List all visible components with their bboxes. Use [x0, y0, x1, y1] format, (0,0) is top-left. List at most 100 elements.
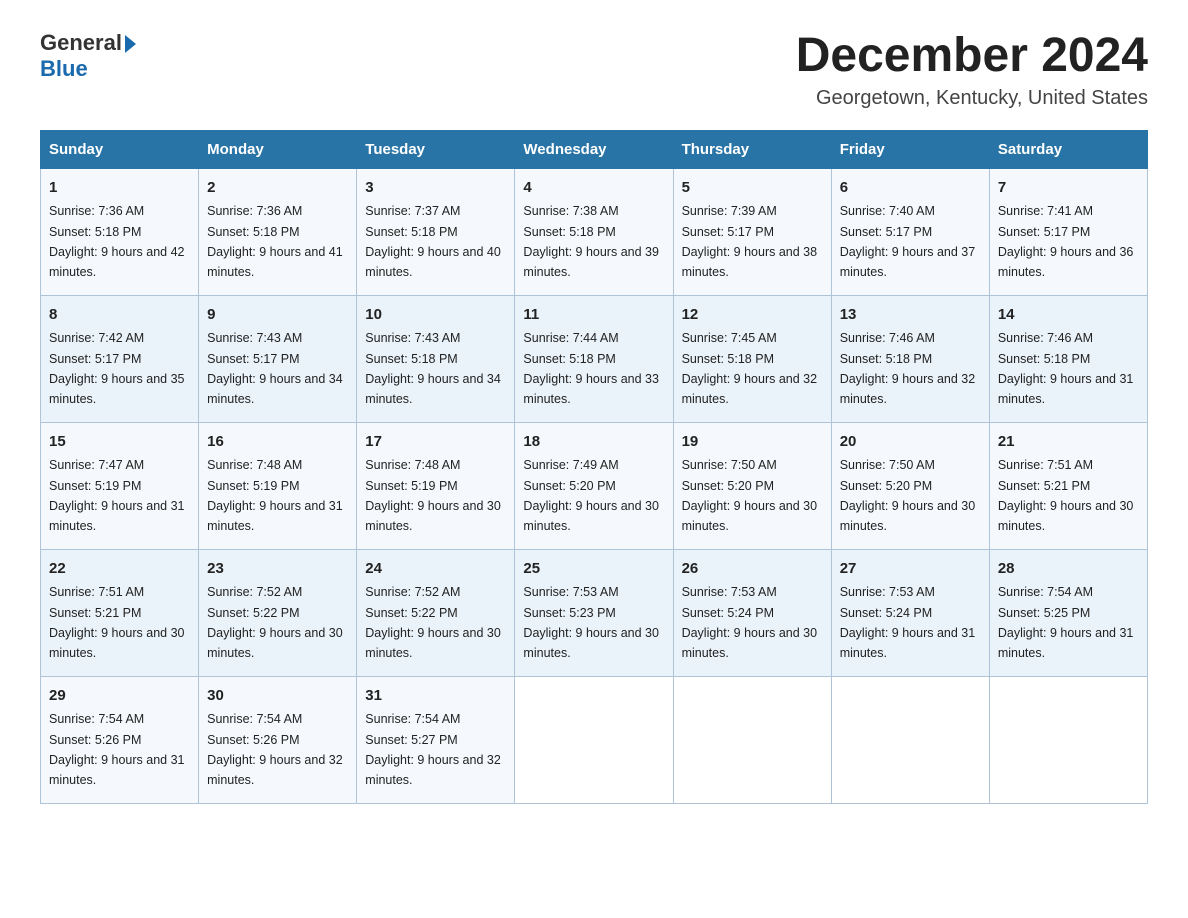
day-info: Sunrise: 7:37 AMSunset: 5:18 PMDaylight:… [365, 204, 501, 279]
calendar-cell: 7Sunrise: 7:41 AMSunset: 5:17 PMDaylight… [989, 168, 1147, 295]
calendar-cell: 26 Sunrise: 7:53 AMSunset: 5:24 PMDayligh… [673, 549, 831, 676]
day-info: Sunrise: 7:53 AMSunset: 5:24 PMDaylight:… [682, 585, 818, 660]
col-header-sunday: Sunday [41, 130, 199, 168]
day-number: 17 [365, 431, 506, 454]
day-number: 11 [523, 304, 664, 327]
calendar-cell: 1Sunrise: 7:36 AMSunset: 5:18 PMDaylight… [41, 168, 199, 295]
day-number: 15 [49, 431, 190, 454]
day-info: Sunrise: 7:46 AMSunset: 5:18 PMDaylight:… [998, 331, 1134, 406]
calendar-cell: 18Sunrise: 7:49 AMSunset: 5:20 PMDayligh… [515, 422, 673, 549]
location-title: Georgetown, Kentucky, United States [796, 87, 1148, 110]
col-header-tuesday: Tuesday [357, 130, 515, 168]
day-number: 21 [998, 431, 1139, 454]
calendar-cell: 25Sunrise: 7:53 AMSunset: 5:23 PMDayligh… [515, 549, 673, 676]
day-info: Sunrise: 7:36 AMSunset: 5:18 PMDaylight:… [207, 204, 343, 279]
col-header-saturday: Saturday [989, 130, 1147, 168]
day-info: Sunrise: 7:44 AMSunset: 5:18 PMDaylight:… [523, 331, 659, 406]
day-number: 10 [365, 304, 506, 327]
day-info: Sunrise: 7:53 AMSunset: 5:24 PMDaylight:… [840, 585, 976, 660]
day-number: 3 [365, 177, 506, 200]
day-info: Sunrise: 7:54 AMSunset: 5:26 PMDaylight:… [207, 712, 343, 787]
calendar-cell: 3 Sunrise: 7:37 AMSunset: 5:18 PMDaylight… [357, 168, 515, 295]
day-number: 6 [840, 177, 981, 200]
page-header: General Blue December 2024 Georgetown, K… [40, 30, 1148, 110]
calendar-cell: 2 Sunrise: 7:36 AMSunset: 5:18 PMDaylight… [199, 168, 357, 295]
day-number: 22 [49, 558, 190, 581]
day-info: Sunrise: 7:54 AMSunset: 5:26 PMDaylight:… [49, 712, 185, 787]
calendar-cell: 11 Sunrise: 7:44 AMSunset: 5:18 PMDayligh… [515, 295, 673, 422]
logo-text-general: General [40, 30, 122, 56]
day-info: Sunrise: 7:43 AMSunset: 5:17 PMDaylight:… [207, 331, 343, 406]
calendar-week-row: 15Sunrise: 7:47 AMSunset: 5:19 PMDayligh… [41, 422, 1148, 549]
calendar-week-row: 8Sunrise: 7:42 AMSunset: 5:17 PMDaylight… [41, 295, 1148, 422]
calendar-cell: 23 Sunrise: 7:52 AMSunset: 5:22 PMDayligh… [199, 549, 357, 676]
day-number: 25 [523, 558, 664, 581]
day-info: Sunrise: 7:50 AMSunset: 5:20 PMDaylight:… [682, 458, 818, 533]
day-info: Sunrise: 7:39 AMSunset: 5:17 PMDaylight:… [682, 204, 818, 279]
calendar-cell: 8Sunrise: 7:42 AMSunset: 5:17 PMDaylight… [41, 295, 199, 422]
day-number: 23 [207, 558, 348, 581]
day-number: 28 [998, 558, 1139, 581]
calendar-cell [831, 676, 989, 803]
day-info: Sunrise: 7:43 AMSunset: 5:18 PMDaylight:… [365, 331, 501, 406]
day-number: 13 [840, 304, 981, 327]
calendar-cell: 27 Sunrise: 7:53 AMSunset: 5:24 PMDayligh… [831, 549, 989, 676]
calendar-cell: 28 Sunrise: 7:54 AMSunset: 5:25 PMDayligh… [989, 549, 1147, 676]
calendar-cell [673, 676, 831, 803]
col-header-thursday: Thursday [673, 130, 831, 168]
day-info: Sunrise: 7:42 AMSunset: 5:17 PMDaylight:… [49, 331, 185, 406]
day-number: 4 [523, 177, 664, 200]
logo-icon: General Blue [40, 30, 136, 82]
day-info: Sunrise: 7:48 AMSunset: 5:19 PMDaylight:… [207, 458, 343, 533]
col-header-friday: Friday [831, 130, 989, 168]
day-info: Sunrise: 7:38 AMSunset: 5:18 PMDaylight:… [523, 204, 659, 279]
calendar-week-row: 1Sunrise: 7:36 AMSunset: 5:18 PMDaylight… [41, 168, 1148, 295]
calendar-cell: 29 Sunrise: 7:54 AMSunset: 5:26 PMDayligh… [41, 676, 199, 803]
day-number: 26 [682, 558, 823, 581]
calendar-cell: 9 Sunrise: 7:43 AMSunset: 5:17 PMDaylight… [199, 295, 357, 422]
calendar-table: SundayMondayTuesdayWednesdayThursdayFrid… [40, 130, 1148, 804]
day-number: 29 [49, 685, 190, 708]
calendar-week-row: 22 Sunrise: 7:51 AMSunset: 5:21 PMDayligh… [41, 549, 1148, 676]
calendar-week-row: 29 Sunrise: 7:54 AMSunset: 5:26 PMDayligh… [41, 676, 1148, 803]
calendar-cell: 16Sunrise: 7:48 AMSunset: 5:19 PMDayligh… [199, 422, 357, 549]
logo: General Blue [40, 30, 136, 82]
calendar-cell: 14Sunrise: 7:46 AMSunset: 5:18 PMDayligh… [989, 295, 1147, 422]
calendar-header-row: SundayMondayTuesdayWednesdayThursdayFrid… [41, 130, 1148, 168]
day-number: 2 [207, 177, 348, 200]
calendar-cell: 5 Sunrise: 7:39 AMSunset: 5:17 PMDaylight… [673, 168, 831, 295]
day-info: Sunrise: 7:54 AMSunset: 5:25 PMDaylight:… [998, 585, 1134, 660]
day-info: Sunrise: 7:40 AMSunset: 5:17 PMDaylight:… [840, 204, 976, 279]
day-info: Sunrise: 7:41 AMSunset: 5:17 PMDaylight:… [998, 204, 1134, 279]
title-block: December 2024 Georgetown, Kentucky, Unit… [796, 30, 1148, 110]
calendar-cell: 19Sunrise: 7:50 AMSunset: 5:20 PMDayligh… [673, 422, 831, 549]
calendar-cell: 15Sunrise: 7:47 AMSunset: 5:19 PMDayligh… [41, 422, 199, 549]
logo-triangle-icon [125, 35, 136, 53]
day-number: 5 [682, 177, 823, 200]
day-number: 31 [365, 685, 506, 708]
calendar-cell: 10 Sunrise: 7:43 AMSunset: 5:18 PMDayligh… [357, 295, 515, 422]
day-info: Sunrise: 7:52 AMSunset: 5:22 PMDaylight:… [365, 585, 501, 660]
day-info: Sunrise: 7:51 AMSunset: 5:21 PMDaylight:… [998, 458, 1134, 533]
calendar-cell: 6 Sunrise: 7:40 AMSunset: 5:17 PMDaylight… [831, 168, 989, 295]
calendar-cell: 17Sunrise: 7:48 AMSunset: 5:19 PMDayligh… [357, 422, 515, 549]
logo-text-blue: Blue [40, 56, 88, 81]
calendar-cell: 24 Sunrise: 7:52 AMSunset: 5:22 PMDayligh… [357, 549, 515, 676]
day-info: Sunrise: 7:52 AMSunset: 5:22 PMDaylight:… [207, 585, 343, 660]
day-info: Sunrise: 7:49 AMSunset: 5:20 PMDaylight:… [523, 458, 659, 533]
day-number: 30 [207, 685, 348, 708]
day-info: Sunrise: 7:45 AMSunset: 5:18 PMDaylight:… [682, 331, 818, 406]
calendar-cell: 22 Sunrise: 7:51 AMSunset: 5:21 PMDayligh… [41, 549, 199, 676]
day-number: 9 [207, 304, 348, 327]
calendar-cell: 20Sunrise: 7:50 AMSunset: 5:20 PMDayligh… [831, 422, 989, 549]
calendar-cell: 30 Sunrise: 7:54 AMSunset: 5:26 PMDayligh… [199, 676, 357, 803]
calendar-cell: 13 Sunrise: 7:46 AMSunset: 5:18 PMDayligh… [831, 295, 989, 422]
calendar-cell: 21 Sunrise: 7:51 AMSunset: 5:21 PMDayligh… [989, 422, 1147, 549]
day-number: 27 [840, 558, 981, 581]
day-info: Sunrise: 7:36 AMSunset: 5:18 PMDaylight:… [49, 204, 185, 279]
day-number: 24 [365, 558, 506, 581]
calendar-cell: 31Sunrise: 7:54 AMSunset: 5:27 PMDayligh… [357, 676, 515, 803]
day-info: Sunrise: 7:46 AMSunset: 5:18 PMDaylight:… [840, 331, 976, 406]
col-header-monday: Monday [199, 130, 357, 168]
day-info: Sunrise: 7:51 AMSunset: 5:21 PMDaylight:… [49, 585, 185, 660]
